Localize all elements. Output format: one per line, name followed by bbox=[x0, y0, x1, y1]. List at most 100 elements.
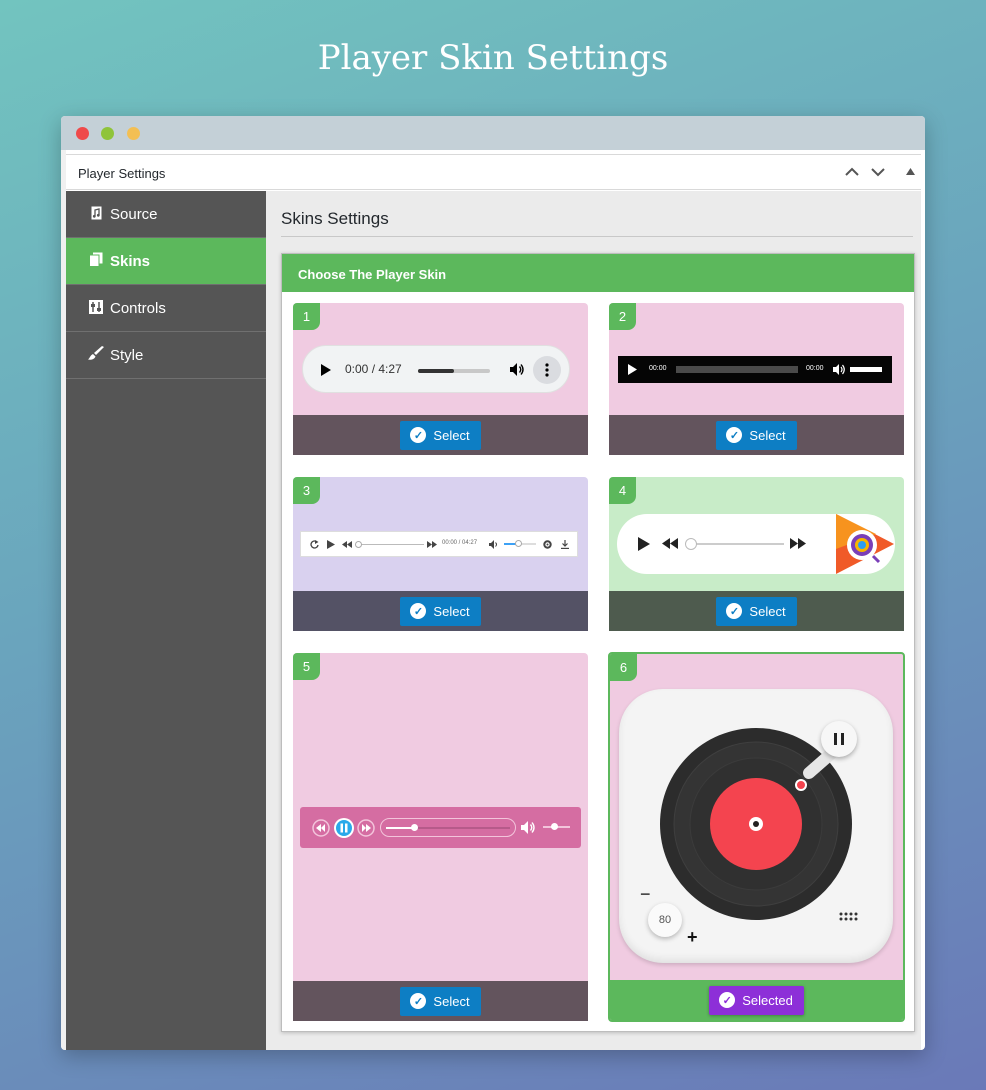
button-label: Select bbox=[433, 993, 470, 1009]
check-circle-icon: ✓ bbox=[410, 993, 427, 1009]
skin-number-badge: 6 bbox=[610, 654, 637, 681]
selected-skin-6-button[interactable]: ✓ Selected bbox=[709, 985, 804, 1015]
window-titlebar bbox=[61, 116, 925, 150]
seek-bar[interactable] bbox=[355, 541, 424, 548]
grid-dots-icon[interactable] bbox=[839, 912, 859, 922]
skin-2-player: 00:00 00:00 bbox=[618, 356, 892, 383]
gear-icon[interactable] bbox=[543, 540, 552, 549]
heading-divider bbox=[281, 236, 913, 237]
skin-number-badge: 5 bbox=[293, 653, 320, 680]
music-app-logo-icon bbox=[836, 514, 894, 574]
sidebar-item-label: Style bbox=[110, 346, 144, 364]
skin-card-footer: ✓ Selected bbox=[610, 980, 903, 1020]
panel-title: Player Settings bbox=[78, 166, 166, 181]
play-icon[interactable] bbox=[327, 540, 335, 549]
skin-card-2[interactable]: 2 00:00 00:00 ✓ Select bbox=[609, 303, 904, 455]
button-label: Select bbox=[433, 603, 470, 619]
select-skin-2-button[interactable]: ✓ Select bbox=[716, 420, 797, 450]
download-icon[interactable] bbox=[561, 540, 569, 549]
more-options-icon[interactable] bbox=[533, 356, 561, 384]
chevron-up-icon[interactable] bbox=[845, 167, 859, 177]
skin-card-6[interactable]: 6 − 80 + ✓ Selected bbox=[608, 652, 905, 1022]
sidebar-item-style[interactable]: Style bbox=[66, 332, 266, 379]
skin-number-badge: 2 bbox=[609, 303, 636, 330]
volume-slider[interactable] bbox=[543, 823, 570, 830]
skin-card-4[interactable]: 4 ✓ Select bbox=[609, 477, 904, 631]
sidebar-item-label: Controls bbox=[110, 299, 166, 317]
skin-chooser-box: Choose The Player Skin 1 0:00 / 4:27 ✓ Se… bbox=[281, 253, 915, 1032]
pause-button[interactable] bbox=[821, 721, 857, 757]
maximize-window-dot[interactable] bbox=[127, 127, 140, 140]
button-label: Select bbox=[749, 427, 786, 443]
select-skin-1-button[interactable]: ✓ Select bbox=[400, 420, 481, 450]
fast-forward-icon[interactable] bbox=[790, 538, 806, 549]
main-content: Skins Settings Choose The Player Skin 1 … bbox=[266, 191, 921, 1050]
skin-3-player: 00:00 / 04:27 bbox=[300, 531, 578, 557]
volume-slider[interactable] bbox=[850, 367, 882, 372]
volume-knob[interactable]: 80 bbox=[648, 903, 682, 937]
volume-up-button[interactable]: + bbox=[687, 927, 698, 948]
skin-4-player bbox=[617, 514, 895, 574]
replay-icon[interactable] bbox=[310, 540, 319, 549]
pause-icon bbox=[834, 733, 844, 745]
sliders-icon bbox=[88, 299, 104, 317]
sidebar: Source Skins Controls Style bbox=[66, 191, 266, 1050]
fast-forward-icon[interactable] bbox=[357, 819, 375, 837]
sidebar-item-label: Skins bbox=[110, 252, 151, 270]
rewind-icon[interactable] bbox=[342, 541, 352, 548]
button-label: Select bbox=[749, 603, 786, 619]
skin-number-badge: 1 bbox=[293, 303, 320, 330]
sidebar-item-controls[interactable]: Controls bbox=[66, 285, 266, 332]
volume-icon[interactable] bbox=[833, 363, 846, 376]
paint-brush-icon bbox=[88, 346, 104, 364]
volume-icon[interactable] bbox=[489, 540, 499, 549]
volume-icon[interactable] bbox=[510, 362, 525, 377]
rewind-icon[interactable] bbox=[312, 819, 330, 837]
volume-slider[interactable] bbox=[504, 540, 536, 547]
sidebar-item-skins[interactable]: Skins bbox=[66, 238, 266, 285]
skin-card-footer: ✓ Select bbox=[293, 981, 588, 1021]
turntable-player: − 80 + bbox=[619, 689, 893, 963]
check-circle-icon: ✓ bbox=[410, 603, 427, 619]
volume-icon[interactable] bbox=[521, 820, 537, 835]
pause-icon[interactable] bbox=[333, 817, 355, 839]
fast-forward-icon[interactable] bbox=[427, 541, 437, 548]
play-icon[interactable] bbox=[628, 364, 637, 375]
chevron-down-icon[interactable] bbox=[871, 167, 885, 177]
skin-card-footer: ✓ Select bbox=[293, 415, 588, 455]
seek-bar[interactable] bbox=[685, 538, 784, 550]
settings-window: Player Settings Source Skins Controls St… bbox=[61, 116, 925, 1050]
rewind-icon[interactable] bbox=[662, 538, 678, 549]
collapse-triangle-icon[interactable] bbox=[906, 168, 915, 175]
skin-1-time: 0:00 / 4:27 bbox=[345, 362, 402, 376]
play-icon[interactable] bbox=[321, 364, 331, 376]
minimize-window-dot[interactable] bbox=[101, 127, 114, 140]
seek-bar[interactable] bbox=[676, 366, 798, 373]
select-skin-3-button[interactable]: ✓ Select bbox=[400, 596, 481, 626]
skin-card-1[interactable]: 1 0:00 / 4:27 ✓ Select bbox=[293, 303, 588, 455]
sidebar-item-source[interactable]: Source bbox=[66, 191, 266, 238]
skin-card-footer: ✓ Select bbox=[293, 591, 588, 631]
skin-2-time-start: 00:00 bbox=[649, 365, 667, 372]
button-label: Select bbox=[433, 427, 470, 443]
close-window-dot[interactable] bbox=[76, 127, 89, 140]
seek-bar[interactable] bbox=[380, 818, 516, 837]
button-label: Selected bbox=[742, 992, 793, 1008]
skin-card-5[interactable]: 5 ✓ Select bbox=[293, 653, 588, 1021]
volume-down-button[interactable]: − bbox=[640, 884, 651, 905]
page-title: Player Skin Settings bbox=[317, 38, 669, 78]
seek-bar[interactable] bbox=[418, 369, 490, 373]
skin-number-badge: 3 bbox=[293, 477, 320, 504]
select-skin-4-button[interactable]: ✓ Select bbox=[716, 596, 797, 626]
skin-2-time-end: 00:00 bbox=[806, 365, 824, 372]
section-heading: Skins Settings bbox=[281, 209, 389, 228]
check-circle-icon: ✓ bbox=[726, 603, 743, 619]
select-skin-5-button[interactable]: ✓ Select bbox=[400, 986, 481, 1016]
skin-card-footer: ✓ Select bbox=[609, 591, 904, 631]
music-file-icon bbox=[88, 206, 104, 223]
skin-3-time: 00:00 / 04:27 bbox=[442, 540, 478, 546]
copy-icon bbox=[88, 252, 104, 270]
skin-card-3[interactable]: 3 00:00 / 04:27 ✓ Select bbox=[293, 477, 588, 631]
skin-card-footer: ✓ Select bbox=[609, 415, 904, 455]
play-icon[interactable] bbox=[638, 537, 650, 551]
